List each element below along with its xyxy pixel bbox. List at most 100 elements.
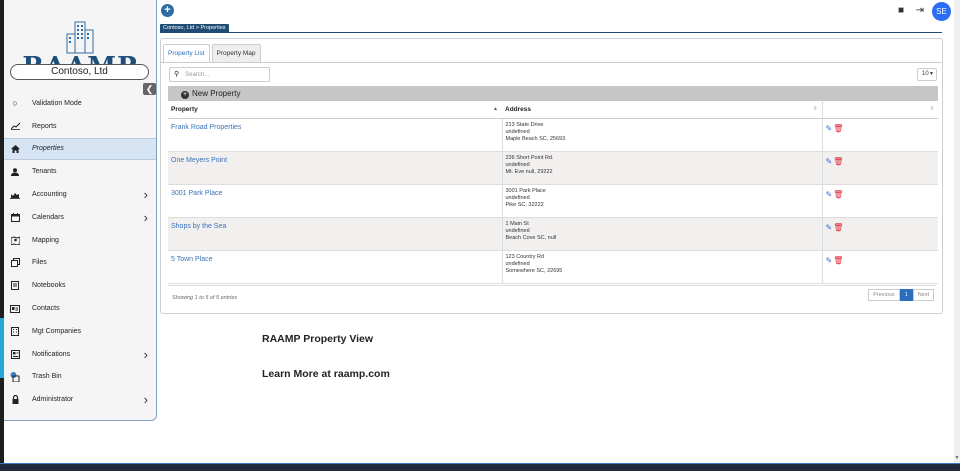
sidebar-item-administrator[interactable]: Administrator ›: [4, 388, 156, 411]
actions-cell: ✎🗑: [821, 250, 938, 284]
tab-property-map[interactable]: Property Map: [211, 44, 261, 62]
sidebar-item-label: Administrator: [32, 396, 74, 404]
sidebar-item-label: Trash Bin: [32, 373, 62, 381]
actions-cell: ✎🗑: [821, 217, 938, 251]
search-input[interactable]: ⚲ Search...: [169, 67, 270, 82]
sidebar-item-label: Contacts: [32, 305, 60, 313]
sidebar: RAAMP Contoso, Ltd ❮ ○ Validation Mode R…: [4, 0, 157, 421]
address-line: Maple Beach SC, 25693: [505, 135, 566, 142]
sidebar-item-accounting[interactable]: Accounting ›: [4, 183, 156, 206]
property-link[interactable]: Shops by the Sea: [171, 223, 226, 230]
property-link[interactable]: One Meyers Point: [171, 157, 227, 164]
logout-icon[interactable]: ⇥: [916, 5, 924, 16]
caption-link-text: Learn More at raamp.com: [262, 368, 390, 380]
map-icon: [10, 235, 20, 245]
table-row: Frank Road Properties 213 State Drive und…: [168, 118, 938, 152]
column-label: Property: [171, 105, 198, 113]
delete-icon[interactable]: 🗑: [833, 157, 843, 166]
delete-icon[interactable]: 🗑: [833, 256, 843, 265]
property-name-cell: 3001 Park Place: [168, 184, 502, 218]
pagination: Previous 1 Next: [868, 289, 934, 301]
address-card-icon: [10, 304, 20, 314]
chevron-right-icon: ›: [143, 209, 148, 225]
actions-cell: ✎🗑: [821, 151, 938, 185]
edit-icon[interactable]: ✎: [826, 256, 833, 265]
sidebar-item-properties[interactable]: Properties: [4, 137, 156, 161]
sidebar-item-label: Notifications: [32, 350, 71, 358]
property-panel: Property List Property Map ⚲ Search... 10…: [160, 38, 943, 314]
home-icon: [10, 144, 20, 154]
sidebar-item-reports[interactable]: Reports: [4, 115, 156, 138]
top-bar: + ■ ⇥ SE: [157, 0, 960, 22]
building-icon: [10, 326, 20, 336]
sidebar-item-label: Calendars: [32, 213, 64, 221]
avatar[interactable]: SE: [932, 2, 951, 21]
scroll-down-icon[interactable]: ▼: [954, 455, 960, 461]
property-name-cell: 5 Town Place: [168, 250, 502, 284]
column-header-actions[interactable]: ⇳: [821, 101, 938, 119]
page-size-value: 10: [922, 71, 929, 77]
address-line: 236 Short Point Rd.: [505, 154, 554, 161]
caption-title: RAAMP Property View: [262, 333, 374, 345]
sidebar-item-tenants[interactable]: Tenants: [4, 160, 156, 183]
chevron-right-icon: ›: [143, 187, 148, 203]
tab-property-list[interactable]: Property List: [163, 44, 210, 63]
column-header-property[interactable]: Property ▲: [168, 101, 502, 119]
edit-icon[interactable]: ✎: [826, 223, 833, 232]
notebook-icon: [10, 281, 20, 291]
sidebar-item-calendars[interactable]: Calendars ›: [4, 206, 156, 229]
circle-outline-icon: ○: [12, 98, 18, 109]
address-line: undefined: [505, 227, 530, 234]
sidebar-item-label: Files: [32, 259, 47, 267]
new-property-bar: + New Property: [168, 86, 938, 101]
vertical-scrollbar[interactable]: ▼: [954, 0, 960, 463]
sidebar-item-label: Mapping: [32, 236, 59, 244]
edit-icon[interactable]: ✎: [826, 124, 833, 133]
address-line: 3001 Park Place: [505, 187, 546, 194]
tab-divider: [161, 62, 942, 63]
address-cell: 123 Country Rd undefined Somewhere SC, 226…: [501, 250, 822, 284]
sidebar-item-validation-mode[interactable]: ○ Validation Mode: [4, 92, 156, 115]
address-line: 123 Country Rd: [505, 253, 545, 260]
address-line: undefined: [505, 260, 530, 267]
delete-icon[interactable]: 🗑: [833, 190, 843, 199]
address-line: 213 State Drive: [505, 121, 544, 128]
actions-cell: ✎🗑: [821, 184, 938, 218]
sort-icon: ⇳: [929, 106, 934, 112]
table-row: One Meyers Point 236 Short Point Rd. unde…: [168, 151, 938, 185]
address-cell: 3001 Park Place undefined Pike SC, 32222: [501, 184, 822, 218]
company-selector[interactable]: Contoso, Ltd: [10, 64, 149, 80]
table-row: 3001 Park Place 3001 Park Place undefined…: [168, 184, 938, 218]
property-link[interactable]: Frank Road Properties: [171, 124, 241, 131]
sidebar-item-label: Reports: [32, 122, 57, 130]
column-header-address[interactable]: Address ⇳: [502, 101, 822, 119]
sidebar-item-files[interactable]: Files: [4, 252, 156, 275]
sidebar-item-notebooks[interactable]: Notebooks: [4, 274, 156, 297]
address-line: undefined: [505, 194, 530, 201]
edit-icon[interactable]: ✎: [826, 190, 833, 199]
delete-icon[interactable]: 🗑: [833, 223, 843, 232]
previous-page-button[interactable]: Previous: [868, 289, 900, 301]
new-property-button[interactable]: + New Property: [181, 88, 240, 99]
edit-icon[interactable]: ✎: [826, 157, 833, 166]
sidebar-item-trash-bin[interactable]: Trash Bin: [4, 366, 156, 389]
page-button-current[interactable]: 1: [899, 289, 913, 301]
plus-circle-icon: +: [181, 91, 189, 99]
sidebar-item-notifications[interactable]: Notifications ›: [4, 343, 156, 366]
line-chart-icon: [10, 121, 20, 131]
page-size-select[interactable]: 10 ▼: [917, 68, 937, 81]
sidebar-item-contacts[interactable]: Contacts: [4, 297, 156, 320]
delete-icon[interactable]: 🗑: [833, 124, 843, 133]
property-link[interactable]: 5 Town Place: [171, 256, 213, 263]
area-chart-icon: [10, 190, 20, 200]
add-circle-button[interactable]: +: [161, 4, 174, 17]
address-cell: 213 State Drive undefined Maple Beach SC, …: [501, 118, 822, 152]
sidebar-item-mgt-companies[interactable]: Mgt Companies: [4, 320, 156, 343]
sidebar-item-mapping[interactable]: Mapping: [4, 229, 156, 252]
next-page-button[interactable]: Next: [912, 289, 934, 301]
new-property-label: New Property: [192, 89, 241, 98]
bookmark-icon[interactable]: ■: [898, 5, 904, 16]
sort-icon: ⇳: [813, 106, 818, 112]
property-link[interactable]: 3001 Park Place: [171, 190, 222, 197]
sidebar-nav: ○ Validation Mode Reports Properties Ten…: [4, 92, 156, 411]
